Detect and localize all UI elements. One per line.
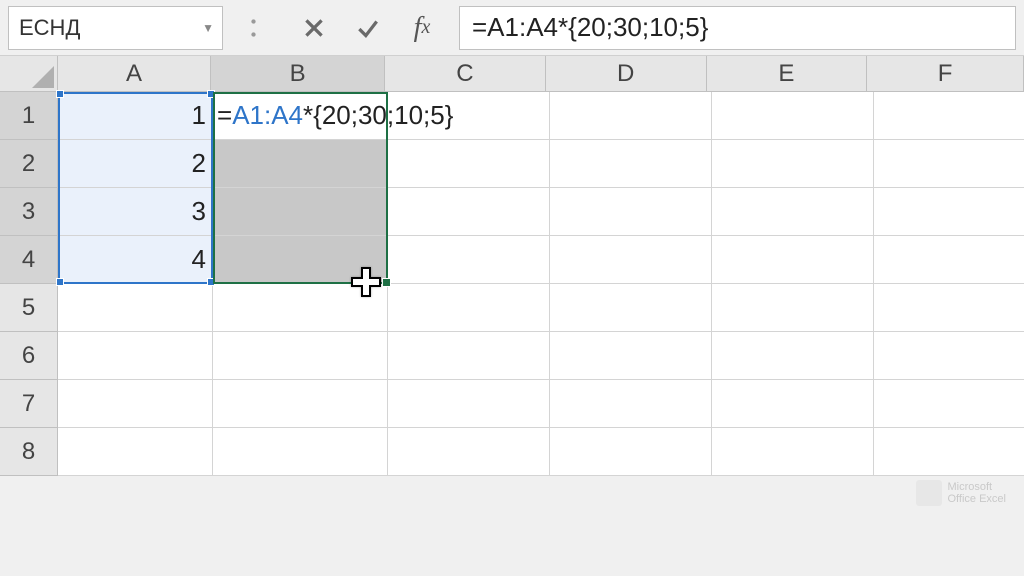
fx-icon[interactable]: fx [397,6,447,50]
cell-b4[interactable] [213,236,388,284]
name-box[interactable]: ЕСНД ▼ [8,6,223,50]
cell-d2[interactable] [550,140,712,188]
cell-f3[interactable] [874,188,1024,236]
cell-b6[interactable] [213,332,388,380]
cell-a5[interactable] [58,284,213,332]
cell-c3[interactable] [388,188,550,236]
column-headers: A B C D E F [0,56,1024,92]
select-all-button[interactable] [0,56,58,92]
formula-bar-buttons: fx [235,6,447,50]
cell-e6[interactable] [712,332,874,380]
cell-e2[interactable] [712,140,874,188]
watermark: Microsoft Office Excel [916,480,1007,506]
cell-b5[interactable] [213,284,388,332]
cell-a3[interactable]: 3 [58,188,213,236]
column-header-a[interactable]: A [58,56,212,92]
cell-a2[interactable]: 2 [58,140,213,188]
cell-d6[interactable] [550,332,712,380]
cell-b2[interactable] [213,140,388,188]
name-box-value: ЕСНД [19,15,80,41]
cell-d3[interactable] [550,188,712,236]
formula-input-text: =A1:A4*{20;30;10;5} [472,12,708,43]
cell-f6[interactable] [874,332,1024,380]
chevron-down-icon[interactable]: ▼ [202,21,214,35]
cell-b7[interactable] [213,380,388,428]
column-header-d[interactable]: D [546,56,707,92]
row-header-7[interactable]: 7 [0,380,58,428]
cell-d7[interactable] [550,380,712,428]
cancel-icon[interactable] [289,6,339,50]
cell-f1[interactable] [874,92,1024,140]
cell-e4[interactable] [712,236,874,284]
row-headers: 1 2 3 4 5 6 7 8 [0,92,58,476]
column-header-e[interactable]: E [707,56,868,92]
cell-f5[interactable] [874,284,1024,332]
cell-c8[interactable] [388,428,550,476]
column-header-f[interactable]: F [867,56,1024,92]
spreadsheet-grid: A B C D E F 1 2 3 4 5 6 7 8 1 =A1:A4*{20… [0,56,1024,476]
expand-formula-icon[interactable] [235,6,285,50]
cell-d4[interactable] [550,236,712,284]
cell-d5[interactable] [550,284,712,332]
row-header-8[interactable]: 8 [0,428,58,476]
cell-a6[interactable] [58,332,213,380]
cell-f2[interactable] [874,140,1024,188]
cell-e8[interactable] [712,428,874,476]
formula-bar: ЕСНД ▼ fx =A1:A4*{20;30;10;5} [0,0,1024,56]
enter-icon[interactable] [343,6,393,50]
cell-f4[interactable] [874,236,1024,284]
formula-input[interactable]: =A1:A4*{20;30;10;5} [459,6,1016,50]
watermark-line1: Microsoft [948,481,1007,493]
cell-e3[interactable] [712,188,874,236]
cell-f8[interactable] [874,428,1024,476]
watermark-line2: Office Excel [948,493,1007,505]
cells-area[interactable]: 1 =A1:A4*{20;30;10;5} 2 3 [58,92,1024,476]
row-header-4[interactable]: 4 [0,236,58,284]
cell-a8[interactable] [58,428,213,476]
cell-a1[interactable]: 1 [58,92,213,140]
cell-c4[interactable] [388,236,550,284]
excel-logo-icon [916,480,942,506]
row-header-2[interactable]: 2 [0,140,58,188]
cell-a7[interactable] [58,380,213,428]
cell-a4[interactable]: 4 [58,236,213,284]
cell-c2[interactable] [388,140,550,188]
cell-f7[interactable] [874,380,1024,428]
row-header-5[interactable]: 5 [0,284,58,332]
cell-edit-formula: =A1:A4*{20;30;10;5} [217,100,453,131]
cell-e1[interactable] [712,92,874,140]
cell-d1[interactable] [550,92,712,140]
row-header-6[interactable]: 6 [0,332,58,380]
cell-c5[interactable] [388,284,550,332]
cell-d8[interactable] [550,428,712,476]
column-header-b[interactable]: B [211,56,385,92]
cell-b1[interactable]: =A1:A4*{20;30;10;5} [213,92,388,140]
row-header-3[interactable]: 3 [0,188,58,236]
row-header-1[interactable]: 1 [0,92,58,140]
column-header-c[interactable]: C [385,56,546,92]
cell-c6[interactable] [388,332,550,380]
cell-e5[interactable] [712,284,874,332]
cell-b8[interactable] [213,428,388,476]
cell-b3[interactable] [213,188,388,236]
cell-c7[interactable] [388,380,550,428]
cell-e7[interactable] [712,380,874,428]
